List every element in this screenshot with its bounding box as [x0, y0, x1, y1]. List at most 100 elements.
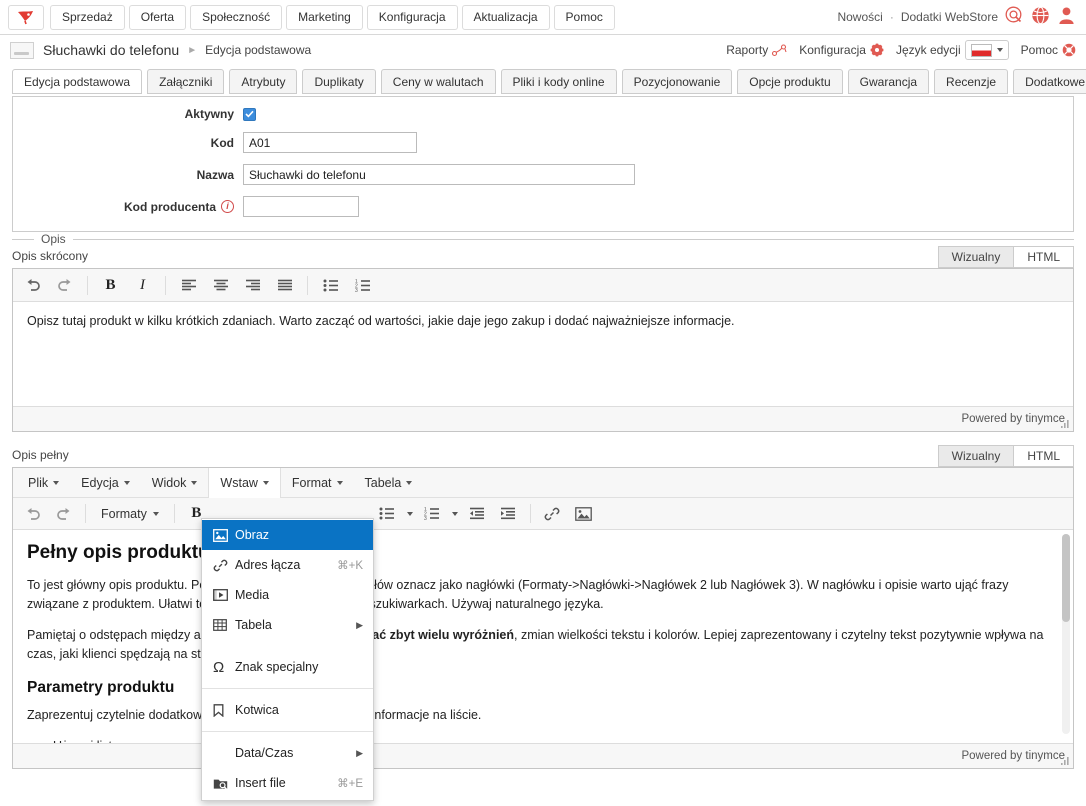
menu-item-znak-specjalny[interactable]: Ω Znak specjalny	[202, 652, 373, 682]
tab-zalaczniki[interactable]: Załączniki	[147, 69, 225, 94]
bullet-list-options-icon[interactable]	[403, 500, 417, 527]
menu-plik[interactable]: Plik	[17, 468, 70, 498]
align-right-icon[interactable]	[237, 272, 268, 299]
link-icon	[213, 559, 235, 572]
full-view-html-button[interactable]: HTML	[1014, 445, 1074, 467]
tab-edycja-podstawowa[interactable]: Edycja podstawowa	[12, 69, 143, 94]
outdent-icon[interactable]	[462, 500, 493, 527]
tab-dodatkowe-opcje[interactable]: Dodatkowe opcje	[1013, 69, 1086, 94]
formats-dropdown[interactable]: Formaty	[92, 500, 168, 527]
menu-item-data-czas[interactable]: Data/Czas ▶	[202, 738, 373, 768]
numbered-list-options-icon[interactable]	[448, 500, 462, 527]
align-justify-icon[interactable]	[269, 272, 300, 299]
numbered-list-icon[interactable]: 123	[417, 500, 448, 527]
nav-item-pomoc[interactable]: Pomoc	[553, 4, 615, 30]
redo-icon[interactable]	[49, 272, 80, 299]
bullet-list-icon[interactable]	[315, 272, 346, 299]
short-view-visual-button[interactable]: Wizualny	[937, 246, 1015, 268]
nav-item-aktualizacja[interactable]: Aktualizacja	[461, 4, 550, 30]
short-view-html-button[interactable]: HTML	[1014, 246, 1074, 268]
image-icon[interactable]	[568, 500, 599, 527]
editor-scrollbar[interactable]	[1062, 534, 1070, 734]
user-icon[interactable]	[1057, 6, 1076, 28]
producer-code-input[interactable]	[243, 196, 359, 217]
tab-opcje-produktu[interactable]: Opcje produktu	[737, 69, 843, 94]
indent-icon[interactable]	[493, 500, 524, 527]
code-input[interactable]	[243, 132, 417, 153]
numbered-list-icon[interactable]: 123	[347, 272, 378, 299]
short-description-content[interactable]: Opisz tutaj produkt w kilku krótkich zda…	[13, 302, 1073, 406]
tab-recenzje[interactable]: Recenzje	[934, 69, 1009, 94]
reports-label: Raporty	[726, 43, 769, 57]
menu-edycja[interactable]: Edycja	[70, 468, 141, 498]
producer-code-label: Kod producenta i	[13, 200, 243, 214]
redo-icon[interactable]	[48, 500, 79, 527]
content-paragraph-3: Zaprezentuj czytelnie dodatkowe parametr…	[27, 707, 482, 722]
chevron-down-icon	[152, 511, 159, 516]
tab-atrybuty[interactable]: Atrybuty	[229, 69, 298, 94]
search-icon[interactable]	[1005, 6, 1024, 28]
menu-item-kotwica[interactable]: Kotwica	[202, 695, 373, 725]
resize-grip-icon[interactable]	[1061, 757, 1070, 766]
info-icon[interactable]: i	[221, 200, 234, 213]
align-left-icon[interactable]	[173, 272, 204, 299]
menu-label: Tabela	[364, 475, 402, 490]
nav-label: Społeczność	[202, 10, 271, 24]
menu-wstaw[interactable]: Wstaw	[208, 467, 281, 498]
globe-icon[interactable]	[1031, 6, 1050, 28]
menu-item-tabela[interactable]: Tabela ▶	[202, 610, 373, 640]
checkmark-icon	[245, 110, 254, 118]
name-input[interactable]	[243, 164, 635, 185]
bullet-list-icon[interactable]	[372, 500, 403, 527]
menu-item-adres-lacza[interactable]: Adres łącza ⌘+K	[202, 550, 373, 580]
reports-link[interactable]: Raporty	[726, 43, 787, 57]
tab-ceny-w-walutach[interactable]: Ceny w walutach	[380, 69, 496, 94]
breadcrumb-bar: Słuchawki do telefonu ► Edycja podstawow…	[0, 35, 1086, 65]
language-select[interactable]	[964, 40, 1009, 60]
short-editor-statusbar: Powered by tinymce	[13, 406, 1073, 431]
nav-item-spolecznosc[interactable]: Społeczność	[190, 4, 283, 30]
menu-item-insert-file[interactable]: Insert file ⌘+E	[202, 768, 373, 798]
undo-icon[interactable]	[17, 272, 48, 299]
full-description-content[interactable]: Pełny opis produktu To jest główny opis …	[13, 530, 1073, 743]
active-checkbox[interactable]	[243, 107, 256, 121]
menu-tabela[interactable]: Tabela	[354, 468, 424, 498]
align-center-icon[interactable]	[205, 272, 236, 299]
nav-item-sprzedaz[interactable]: Sprzedaż	[50, 4, 125, 30]
tab-pozycjonowanie[interactable]: Pozycjonowanie	[621, 69, 733, 94]
menu-gap	[202, 640, 373, 652]
menu-divider	[202, 688, 373, 689]
undo-icon[interactable]	[17, 500, 48, 527]
scrollbar-thumb[interactable]	[1062, 534, 1070, 622]
help-link[interactable]: Pomoc	[1021, 43, 1076, 57]
menu-item-label: Znak specjalny	[235, 660, 319, 674]
tab-duplikaty[interactable]: Duplikaty	[302, 69, 376, 94]
menu-widok[interactable]: Widok	[141, 468, 209, 498]
tab-label: Opcje produktu	[749, 74, 831, 89]
menu-format[interactable]: Format	[281, 468, 354, 498]
webstore-addons-link[interactable]: Dodatki WebStore	[901, 10, 998, 24]
tab-pliki-i-kody-online[interactable]: Pliki i kody online	[500, 69, 617, 94]
full-editor-status-text: Powered by tinymce	[961, 750, 1065, 762]
resize-grip-icon[interactable]	[1061, 420, 1070, 429]
news-link[interactable]: Nowości	[837, 10, 882, 24]
link-icon[interactable]	[537, 500, 568, 527]
full-editor-toolbar: Formaty B 123	[13, 498, 1073, 530]
app-logo-button[interactable]	[8, 4, 44, 30]
menu-item-label: Data/Czas	[235, 746, 294, 760]
nav-item-konfiguracja[interactable]: Konfiguracja	[366, 4, 458, 30]
breadcrumb-product[interactable]: Słuchawki do telefonu	[43, 42, 179, 58]
short-view-toggle: Wizualny HTML	[937, 246, 1074, 268]
omega-icon: Ω	[213, 658, 225, 676]
tab-label: Pozycjonowanie	[633, 74, 721, 89]
full-view-visual-button[interactable]: Wizualny	[937, 445, 1015, 467]
nav-item-marketing[interactable]: Marketing	[286, 4, 363, 30]
tab-gwarancja[interactable]: Gwarancja	[847, 69, 930, 94]
nav-item-oferta[interactable]: Oferta	[128, 4, 187, 30]
menu-item-media[interactable]: Media	[202, 580, 373, 610]
configuration-link[interactable]: Konfiguracja	[799, 43, 884, 57]
menu-item-obraz[interactable]: Obraz	[202, 520, 373, 550]
italic-button[interactable]: I	[127, 272, 158, 299]
bold-button[interactable]: B	[95, 272, 126, 299]
chevron-down-icon	[191, 480, 198, 485]
